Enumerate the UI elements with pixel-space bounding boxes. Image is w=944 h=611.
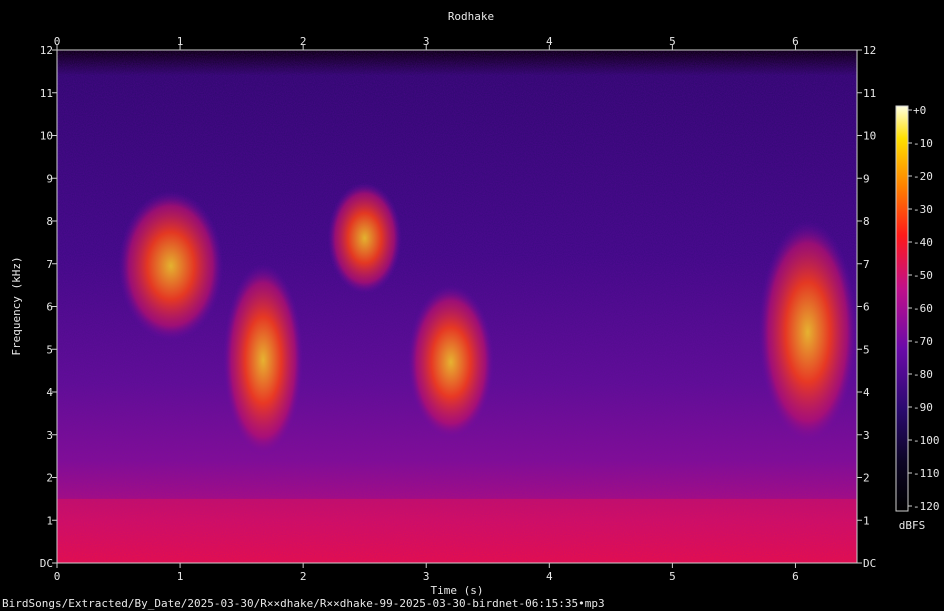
y-tick-label-right: 8	[863, 215, 870, 228]
bird-call-region	[327, 182, 402, 294]
x-tick-label-bottom: 0	[54, 570, 61, 583]
x-ticks-top: 0 1 2 3 4 5 6	[54, 35, 799, 50]
bird-call-region	[407, 285, 494, 440]
x-tick-label-top: 1	[177, 35, 184, 48]
y-tick-label-left: 8	[46, 215, 53, 228]
colorbar-tick-label: -80	[913, 368, 933, 381]
y-tick-label-right: 5	[863, 343, 870, 356]
y-tick-label-right: 12	[863, 44, 876, 57]
y-tick-label-left: 11	[40, 87, 53, 100]
y-tick-label-left: 6	[46, 301, 53, 314]
y-axis-label: Frequency (kHz)	[10, 256, 23, 355]
y-ticks-left: DC123456789101112	[40, 44, 57, 570]
bird-call-region	[118, 191, 224, 341]
y-tick-label-left: 2	[46, 472, 53, 485]
x-tick-label-bottom: 6	[792, 570, 799, 583]
y-tick-label-right: 7	[863, 258, 870, 271]
y-tick-label-right: 9	[863, 172, 870, 185]
y-tick-label-right: 2	[863, 472, 870, 485]
colorbar-tick-label: -110	[913, 467, 940, 480]
colorbar-tick-label: -50	[913, 269, 933, 282]
y-tick-label-right: 4	[863, 386, 870, 399]
y-tick-label-right: 6	[863, 301, 870, 314]
chart-title: Rodhake	[448, 10, 494, 23]
x-tick-label-bottom: 4	[546, 570, 553, 583]
x-tick-label-bottom: 3	[423, 570, 430, 583]
colorbar-tick-label: -100	[913, 434, 940, 447]
y-tick-label-left: 3	[46, 429, 53, 442]
x-tick-label-bottom: 1	[177, 570, 184, 583]
x-axis-label: Time (s)	[431, 584, 484, 597]
x-tick-label-top: 3	[423, 35, 430, 48]
colorbar-tick-label: -10	[913, 137, 933, 150]
colorbar-tick-label: -90	[913, 401, 933, 414]
y-tick-label-left: 9	[46, 172, 53, 185]
x-tick-label-top: 2	[300, 35, 307, 48]
colorbar: +0 -10 -20 -30 -40 -50 -60 -70 -80 -90 -100 -110 -12…	[895, 104, 940, 532]
bird-call-region	[223, 263, 304, 457]
spectrogram-chart: Rodhake 0123456 0123456 DC12345678910111…	[10, 10, 940, 597]
bird-call-region	[758, 221, 857, 444]
x-tick-label-bottom: 2	[300, 570, 307, 583]
colorbar-tick-label: -30	[913, 203, 933, 216]
y-tick-label-left: 12	[40, 44, 53, 57]
spectrogram-plot-area	[57, 50, 857, 563]
colorbar-tick-label: -20	[913, 170, 933, 183]
x-tick-label-top: 4	[546, 35, 553, 48]
low-frequency-band	[57, 498, 857, 563]
y-ticks-right: DC123456789101112	[857, 44, 876, 570]
y-tick-label-right: 11	[863, 87, 876, 100]
colorbar-tick-label: +0	[913, 104, 926, 117]
colorbar-tick-label: -120	[913, 500, 940, 513]
colorbar-gradient	[895, 105, 909, 512]
colorbar-tick-label: -70	[913, 335, 933, 348]
y-tick-label-right: 3	[863, 429, 870, 442]
x-tick-label-top: 0	[54, 35, 61, 48]
file-path-text: BirdSongs/Extracted/By_Date/2025-03-30/R…	[2, 597, 605, 610]
y-tick-label-left: DC	[40, 557, 53, 570]
colorbar-tick-label: -60	[913, 302, 933, 315]
y-tick-label-right: 10	[863, 130, 876, 143]
y-tick-label-left: 1	[46, 514, 53, 527]
x-ticks-bottom: 0 1 2 3 4 5 6	[54, 563, 799, 583]
y-tick-label-left: 4	[46, 386, 53, 399]
x-tick-label-top: 6	[792, 35, 799, 48]
y-tick-label-left: 10	[40, 130, 53, 143]
colorbar-label: dBFS	[899, 519, 926, 532]
y-tick-label-left: 7	[46, 258, 53, 271]
y-tick-label-right: 1	[863, 514, 870, 527]
colorbar-ticks: +0 -10 -20 -30 -40 -50 -60 -70 -80 -90 -100 -110 -12…	[908, 104, 940, 513]
x-tick-label-top: 5	[669, 35, 676, 48]
colorbar-tick-label: -40	[913, 236, 933, 249]
x-tick-label-bottom: 5	[669, 570, 676, 583]
y-tick-label-left: 5	[46, 343, 53, 356]
y-tick-label-right: DC	[863, 557, 876, 570]
